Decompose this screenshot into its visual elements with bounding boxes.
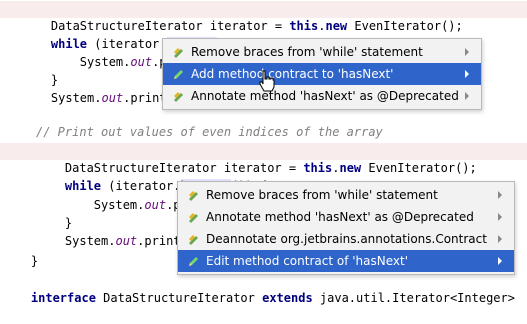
menu-item-label: Remove braces from 'while' statement: [206, 188, 438, 202]
field-reference: out: [101, 91, 124, 105]
menu-item-label: Annotate method 'hasNext' as @Deprecated: [191, 89, 459, 103]
submenu-arrow-icon: [465, 48, 469, 56]
menu-item-remove-braces[interactable]: Remove braces from 'while' statement: [163, 41, 481, 63]
submenu-arrow-icon: [465, 70, 469, 78]
code-line: while (iterator.hasNext()) {: [22, 19, 253, 51]
intention-bulb-icon: [189, 213, 198, 223]
keyword: extends: [262, 291, 313, 305]
menu-item-label: Add method contract to 'hasNext': [191, 67, 394, 81]
submenu-arrow-icon: [498, 235, 502, 243]
code-line: DataStructureIterator iterator = this.ne…: [0, 143, 527, 175]
intention-bulb-icon: [174, 92, 183, 102]
edit-pencil-icon: [189, 257, 198, 266]
code-text: }: [30, 254, 39, 268]
menu-item-label: Deannotate org.jetbrains.annotations.Con…: [206, 232, 487, 246]
code-line: System.out.pri: [36, 180, 195, 212]
code-line: DataStructureIterator iterator = this.ne…: [0, 1, 527, 33]
code-line: interface DataStructureIterator extends …: [2, 273, 515, 305]
menu-item-annotate-deprecated[interactable]: Annotate method 'hasNext' as @Deprecated: [178, 206, 514, 228]
edit-pencil-icon: [174, 70, 183, 79]
code-line: System.out.println: [36, 216, 195, 248]
menu-item-label: Annotate method 'hasNext' as @Deprecated: [206, 210, 474, 224]
submenu-arrow-icon: [498, 191, 502, 199]
field-reference: out: [130, 55, 153, 69]
keyword: this: [289, 19, 319, 33]
code-comment: // Print out values of even indices of t…: [36, 125, 383, 139]
keyword: interface: [30, 291, 96, 305]
code-text: DataStructureIterator: [95, 291, 263, 305]
code-text: System.: [64, 234, 116, 248]
menu-item-add-contract[interactable]: Add method contract to 'hasNext': [163, 63, 481, 85]
code-line: while (iterator.hasNext()) {: [36, 161, 267, 193]
menu-item-label: Remove braces from 'while' statement: [191, 45, 423, 59]
intention-actions-popup-top: Remove braces from 'while' statement Add…: [162, 38, 482, 110]
code-line: }: [2, 236, 38, 268]
intention-actions-popup-bottom: Remove braces from 'while' statement Ann…: [177, 181, 515, 275]
menu-item-label: Edit method contract of 'hasNext': [206, 254, 409, 268]
submenu-arrow-icon: [498, 213, 502, 221]
intention-bulb-icon: [174, 48, 183, 58]
code-line: }: [22, 55, 58, 87]
menu-item-deannotate-contract[interactable]: Deannotate org.jetbrains.annotations.Con…: [178, 228, 514, 250]
menu-item-edit-contract[interactable]: Edit method contract of 'hasNext': [178, 250, 514, 272]
keyword: this: [303, 161, 333, 175]
field-reference: out: [115, 234, 138, 248]
code-line: System.out.println: [22, 73, 181, 105]
submenu-arrow-icon: [498, 257, 502, 265]
menu-item-annotate-deprecated[interactable]: Annotate method 'hasNext' as @Deprecated: [163, 85, 481, 107]
code-text: System.: [50, 55, 131, 69]
field-reference: out: [144, 198, 167, 212]
keyword: new: [325, 19, 348, 33]
menu-item-remove-braces[interactable]: Remove braces from 'while' statement: [178, 184, 514, 206]
code-text: System.: [64, 198, 145, 212]
code-text: EvenIterator();: [347, 19, 463, 33]
keyword: new: [339, 161, 362, 175]
code-text: System.: [50, 91, 102, 105]
intention-bulb-icon: [189, 235, 198, 245]
submenu-arrow-icon: [465, 92, 469, 100]
code-line: }: [36, 198, 72, 230]
code-text: EvenIterator();: [361, 161, 477, 175]
code-text: java.util.Iterator<Integer>: [312, 291, 515, 305]
intention-bulb-icon: [189, 191, 198, 201]
code-line: System.out.pri: [22, 37, 181, 69]
